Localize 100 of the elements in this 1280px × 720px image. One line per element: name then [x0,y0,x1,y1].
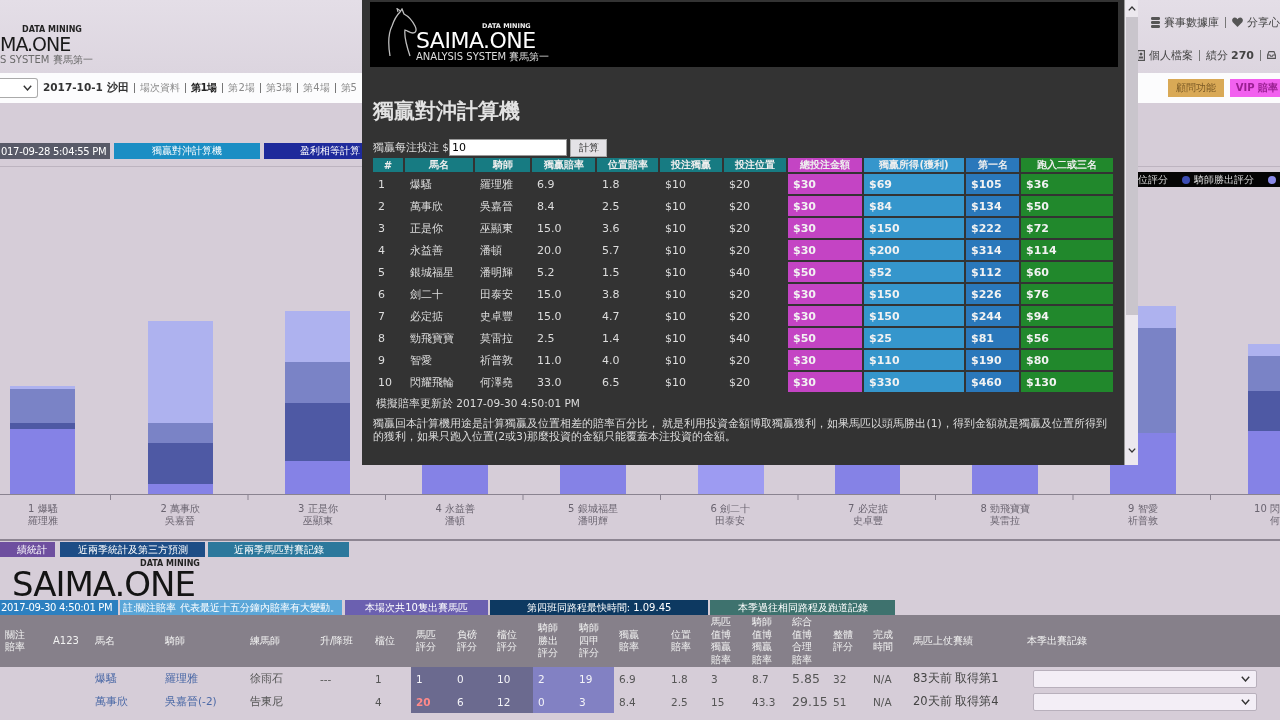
table-cell: 3.8 [602,287,620,301]
column-header: 第一名 [966,158,1019,172]
table-cell: 83天前 取得第1 [913,671,999,686]
table-cell: 15 [711,695,725,708]
feature-button[interactable]: 顧問功能 [1167,79,1224,97]
score-cell: 20 [411,690,452,713]
score-cell: 0 [452,667,492,690]
amount-cell: $150 [864,284,964,304]
scrollbar[interactable] [1124,0,1138,465]
section-tab[interactable]: 績統計 [0,542,55,557]
header-link[interactable]: 分享心 [1247,14,1280,30]
jockey-link[interactable]: 羅理雅 [165,671,198,686]
amount-cell: $50 [788,328,862,348]
table-cell: 智愛 [410,352,432,368]
tray-icon[interactable] [1267,51,1276,59]
amount-cell: $30 [788,306,862,326]
record-select[interactable] [1033,692,1257,711]
table-cell: 5.7 [602,243,620,257]
table-cell: 吳嘉晉 [480,198,513,214]
amount-cell: $150 [864,218,964,238]
column-header: 馬匹上仗賽績 [913,634,973,646]
table-cell: $40 [729,331,750,345]
horse-axis-label: 10 閃 [1254,503,1280,515]
section-tab[interactable]: 近兩季統計及第三方預測 [60,542,205,557]
stake-input[interactable]: 10 [449,139,568,156]
bar-segment [285,311,350,362]
column-header: 騎師勝出評分 [538,622,559,660]
jockey-axis-label: 吳嘉晉 [165,515,196,527]
horse-link[interactable]: 爆騷 [95,671,117,686]
logo-wordmark: MA.ONE [0,34,71,54]
table-cell: 告東尼 [250,694,283,709]
table-cell: $10 [665,309,686,323]
race-link[interactable]: 第2場 [228,81,255,95]
table-cell: 史卓豐 [480,308,513,324]
table-cell: 必定掂 [410,308,443,324]
caret-up-icon[interactable] [1127,6,1136,11]
amount-cell: $114 [1021,240,1113,260]
bar-segment [698,465,764,494]
amount-cell: $76 [1021,284,1113,304]
heart-icon [1232,17,1243,27]
account-link[interactable]: 個人檔案 [1148,47,1193,63]
amount-cell: $50 [788,262,862,282]
column-header: 騎師值博獨贏賠率 [752,616,773,666]
caret-down-icon[interactable] [1127,448,1136,453]
table-cell: 1 [375,672,382,685]
race-link[interactable]: 場次資料 [139,81,180,95]
calculate-button[interactable]: 計算 [570,138,608,157]
amount-cell: $81 [966,328,1019,348]
column-header: 完成時間 [873,628,894,654]
table-cell: N/A [873,672,892,685]
column-header: 整體評分 [833,628,854,654]
account-link[interactable]: 績分 270 [1205,47,1254,63]
table-cell: 劍二十 [410,286,443,302]
column-header: 獨贏賠率 [619,628,640,654]
table-cell: 萬事欣 [410,198,443,214]
score-cell: 1 [411,667,452,690]
meeting-select[interactable] [0,78,38,98]
race-link[interactable]: 第1場 [190,81,218,95]
amount-cell: $314 [966,240,1019,260]
table-cell: 3 [711,672,718,685]
table-cell: $20 [729,375,750,389]
amount-cell: $460 [966,372,1019,392]
race-link[interactable]: 第3場 [265,81,293,95]
column-header: # [373,158,403,172]
tool-button[interactable]: 獨贏對沖計算機 [114,143,260,159]
race-link[interactable]: 第4場 [303,81,330,95]
amount-cell: $190 [966,350,1019,370]
bar-segment [422,465,488,494]
horse-axis-label: 5 銀城福星 [567,503,618,515]
column-header: 獨贏所得(獲利) [864,158,964,172]
tool-button[interactable]: 盈利相等計算 [264,143,362,159]
timestamp-label: 017-09-28 5:04:55 PM [0,143,110,159]
legend-label: 位評分 [1138,172,1168,187]
record-select[interactable] [1033,669,1257,688]
chevron-down-icon [23,85,32,91]
table-cell: 4.7 [602,309,620,323]
info-label: 2017-09-30 4:50:01 PM [0,600,118,615]
table-cell: 6.9 [619,672,636,685]
scrollbar-thumb[interactable] [1125,17,1138,315]
table-cell: 永益善 [410,242,443,258]
jockey-axis-label: 羅理雅 [27,515,58,527]
table-cell: 6.5 [602,375,620,389]
table-cell: 何澤堯 [480,374,513,390]
horse-link[interactable]: 萬事欣 [95,694,128,709]
description-text: 獨贏回本計算機用途是計算獨贏及位置相差的賠率百分比， 就是利用投資金額博取獨贏獲利，如果馬匹以頭馬勝出(1)，得到金額就是獨贏及位置所得到的獲利，如果只跑入位置(2或3)那麼投資的金額只能覆蓋本注投資的金額。 [373,417,1108,443]
legend-label: 騎師勝出評分 [1194,172,1254,187]
jockey-axis-label: 祈普敦 [1127,515,1158,527]
section-tab[interactable]: 近兩季馬匹對賽記錄 [208,542,349,557]
info-label: 註:關注賠率 代表最近十五分鐘內賠率有大變動。 [120,600,342,615]
table-cell: 33.0 [537,375,562,389]
table-cell: 9 [378,353,385,367]
feature-button[interactable]: VIP 賠率 [1229,79,1280,97]
jockey-link[interactable]: 吳嘉晉(-2) [165,694,217,709]
logo-wordmark: SAIMA.ONE [416,30,536,51]
amount-cell: $105 [966,174,1019,194]
header-link[interactable]: 賽事數據庫 [1164,14,1219,30]
jockey-axis-label: 史卓豐 [852,515,883,527]
table-cell: $20 [729,199,750,213]
amount-cell: $222 [966,218,1019,238]
race-link[interactable]: 第5 [340,81,357,95]
